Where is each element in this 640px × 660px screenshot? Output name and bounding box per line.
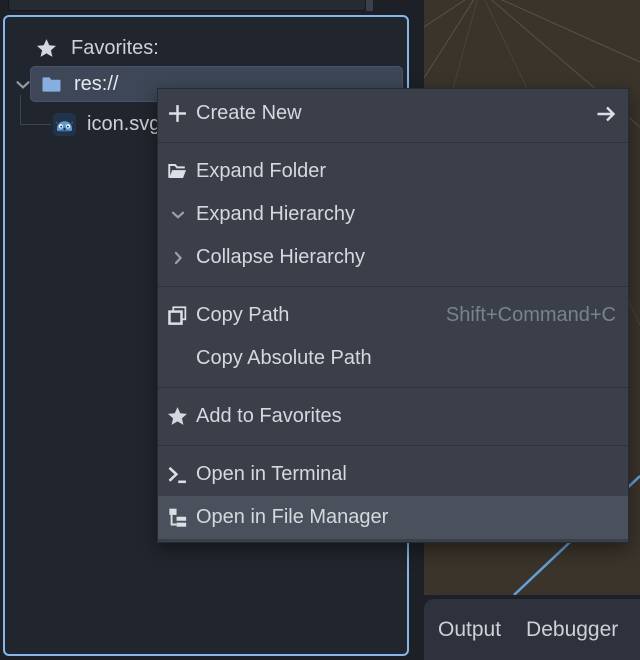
menu-item-collapse-hierarchy[interactable]: Collapse Hierarchy: [158, 236, 628, 279]
menu-item-open-in-terminal[interactable]: Open in Terminal: [158, 453, 628, 496]
terminal-icon: [166, 463, 189, 486]
godot-editor: Output Debugger Favorites: res://: [0, 0, 640, 660]
tree-guide-line: [20, 95, 51, 125]
tab-debugger[interactable]: Debugger: [526, 618, 618, 642]
plus-icon: [166, 102, 189, 125]
star-icon: [166, 405, 189, 428]
menu-item-label: Copy Path: [196, 304, 289, 327]
context-menu: Create New Expand Folder Expand Hierarchy C…: [157, 88, 629, 543]
scrollbar[interactable]: [366, 0, 373, 11]
menu-item-label: Expand Hierarchy: [196, 203, 355, 226]
icon-spacer: [166, 347, 189, 370]
menu-item-label: Copy Absolute Path: [196, 347, 372, 370]
menu-separator: [158, 286, 628, 287]
menu-item-copy-path[interactable]: Copy Path Shift+Command+C: [158, 294, 628, 337]
folder-icon: [40, 73, 63, 96]
godot-file-icon: [53, 113, 76, 136]
menu-separator: [158, 445, 628, 446]
tree-item-label: res://: [74, 73, 118, 96]
menu-separator: [158, 142, 628, 143]
menu-separator: [158, 387, 628, 388]
favorites-label: Favorites:: [71, 37, 159, 60]
menu-item-create-new[interactable]: Create New: [158, 92, 628, 135]
submenu-arrow-icon: [594, 102, 618, 126]
filter-files-input[interactable]: [8, 0, 366, 11]
menu-item-expand-hierarchy[interactable]: Expand Hierarchy: [158, 193, 628, 236]
favorites-header[interactable]: Favorites:: [5, 31, 159, 65]
star-icon: [35, 37, 58, 60]
menu-item-shortcut: Shift+Command+C: [446, 304, 618, 327]
tree-item-label: icon.svg: [87, 113, 160, 136]
menu-item-label: Create New: [196, 102, 302, 125]
chevron-right-icon: [166, 246, 189, 269]
menu-item-copy-absolute-path[interactable]: Copy Absolute Path: [158, 337, 628, 380]
menu-item-open-in-file-manager[interactable]: Open in File Manager: [158, 496, 628, 539]
menu-item-label: Add to Favorites: [196, 405, 342, 428]
file-manager-icon: [166, 506, 189, 529]
bottom-panel: Output Debugger: [424, 599, 640, 660]
chevron-down-icon: [166, 203, 189, 226]
menu-item-expand-folder[interactable]: Expand Folder: [158, 150, 628, 193]
tree-item-icon-svg[interactable]: icon.svg: [53, 109, 160, 139]
menu-item-add-to-favorites[interactable]: Add to Favorites: [158, 395, 628, 438]
menu-item-label: Open in File Manager: [196, 506, 388, 529]
menu-item-label: Open in Terminal: [196, 463, 347, 486]
menu-item-label: Collapse Hierarchy: [196, 246, 365, 269]
tab-output[interactable]: Output: [438, 618, 501, 642]
open-folder-icon: [166, 160, 189, 183]
menu-item-label: Expand Folder: [196, 160, 326, 183]
copy-icon: [166, 304, 189, 327]
